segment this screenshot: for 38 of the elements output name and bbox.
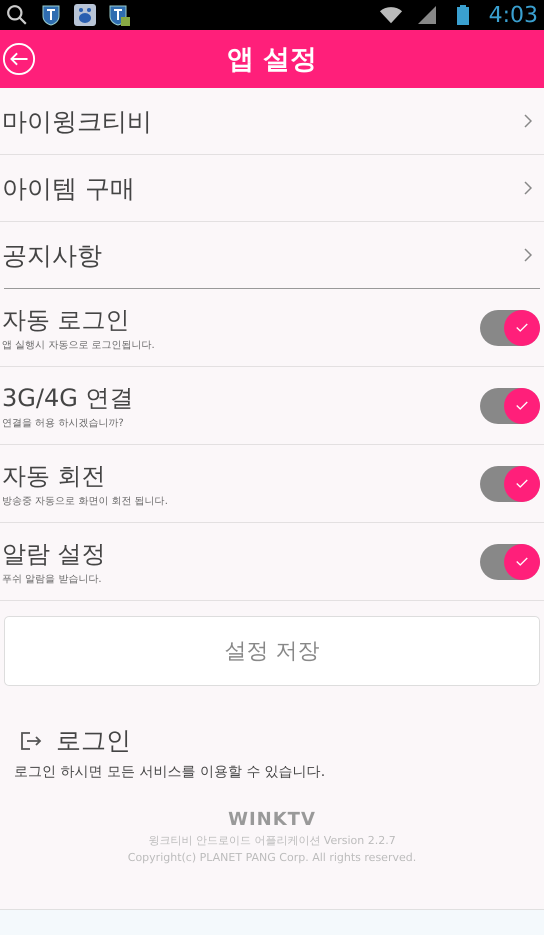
check-icon <box>515 400 529 411</box>
status-time: 4:03 <box>488 2 538 28</box>
chevron-icon <box>524 114 532 128</box>
shield-icon <box>40 4 62 26</box>
battery-icon <box>456 5 469 25</box>
wifi-icon <box>378 5 403 25</box>
setting-title: 자동 로그인 <box>2 304 130 336</box>
toggle-switch[interactable] <box>480 544 540 580</box>
check-icon <box>515 556 529 567</box>
screen-title: 앱 설정 <box>226 43 318 77</box>
check-icon <box>515 478 529 489</box>
login-description: 로그인 하시면 모든 서비스를 이용할 수 있습니다. <box>14 763 326 781</box>
chevron-icon <box>524 248 532 262</box>
menu-item[interactable]: 마이윙크티비 <box>0 88 544 155</box>
toggle-switch[interactable] <box>480 466 540 502</box>
setting-description: 연결을 허용 하시겠습니까? <box>2 416 124 430</box>
check-icon <box>515 322 529 333</box>
toggle-switch[interactable] <box>480 388 540 424</box>
menu-item[interactable]: 아이템 구매 <box>0 155 544 222</box>
version-text: 윙크티비 안드로이드 어플리케이션 Version 2.2.7 <box>148 833 396 848</box>
menu-item[interactable]: 공지사항 <box>0 222 544 288</box>
save-button[interactable]: 설정 저장 <box>4 616 540 686</box>
setting-title: 3G/4G 연결 <box>2 382 134 414</box>
app-logo: WINKTV <box>228 809 316 830</box>
login-icon[interactable] <box>20 730 42 750</box>
shield-icon <box>108 4 130 26</box>
chevron-icon <box>524 181 532 195</box>
paw-icon <box>74 4 96 26</box>
setting-description: 방송중 자동으로 화면이 회전 됩니다. <box>2 494 168 508</box>
setting-description: 앱 실행시 자동으로 로그인됩니다. <box>2 338 155 352</box>
back-icon[interactable] <box>2 42 36 76</box>
setting-description: 푸쉬 알람을 받습니다. <box>2 572 102 586</box>
setting-title: 알람 설정 <box>2 538 106 570</box>
login-link[interactable]: 로그인 <box>56 724 131 757</box>
setting-title: 자동 회전 <box>2 460 106 492</box>
search-icon <box>6 4 28 26</box>
toggle-switch[interactable] <box>480 310 540 346</box>
copyright-text: Copyright(c) PLANET PANG Corp. All rights reserved. <box>128 851 416 864</box>
